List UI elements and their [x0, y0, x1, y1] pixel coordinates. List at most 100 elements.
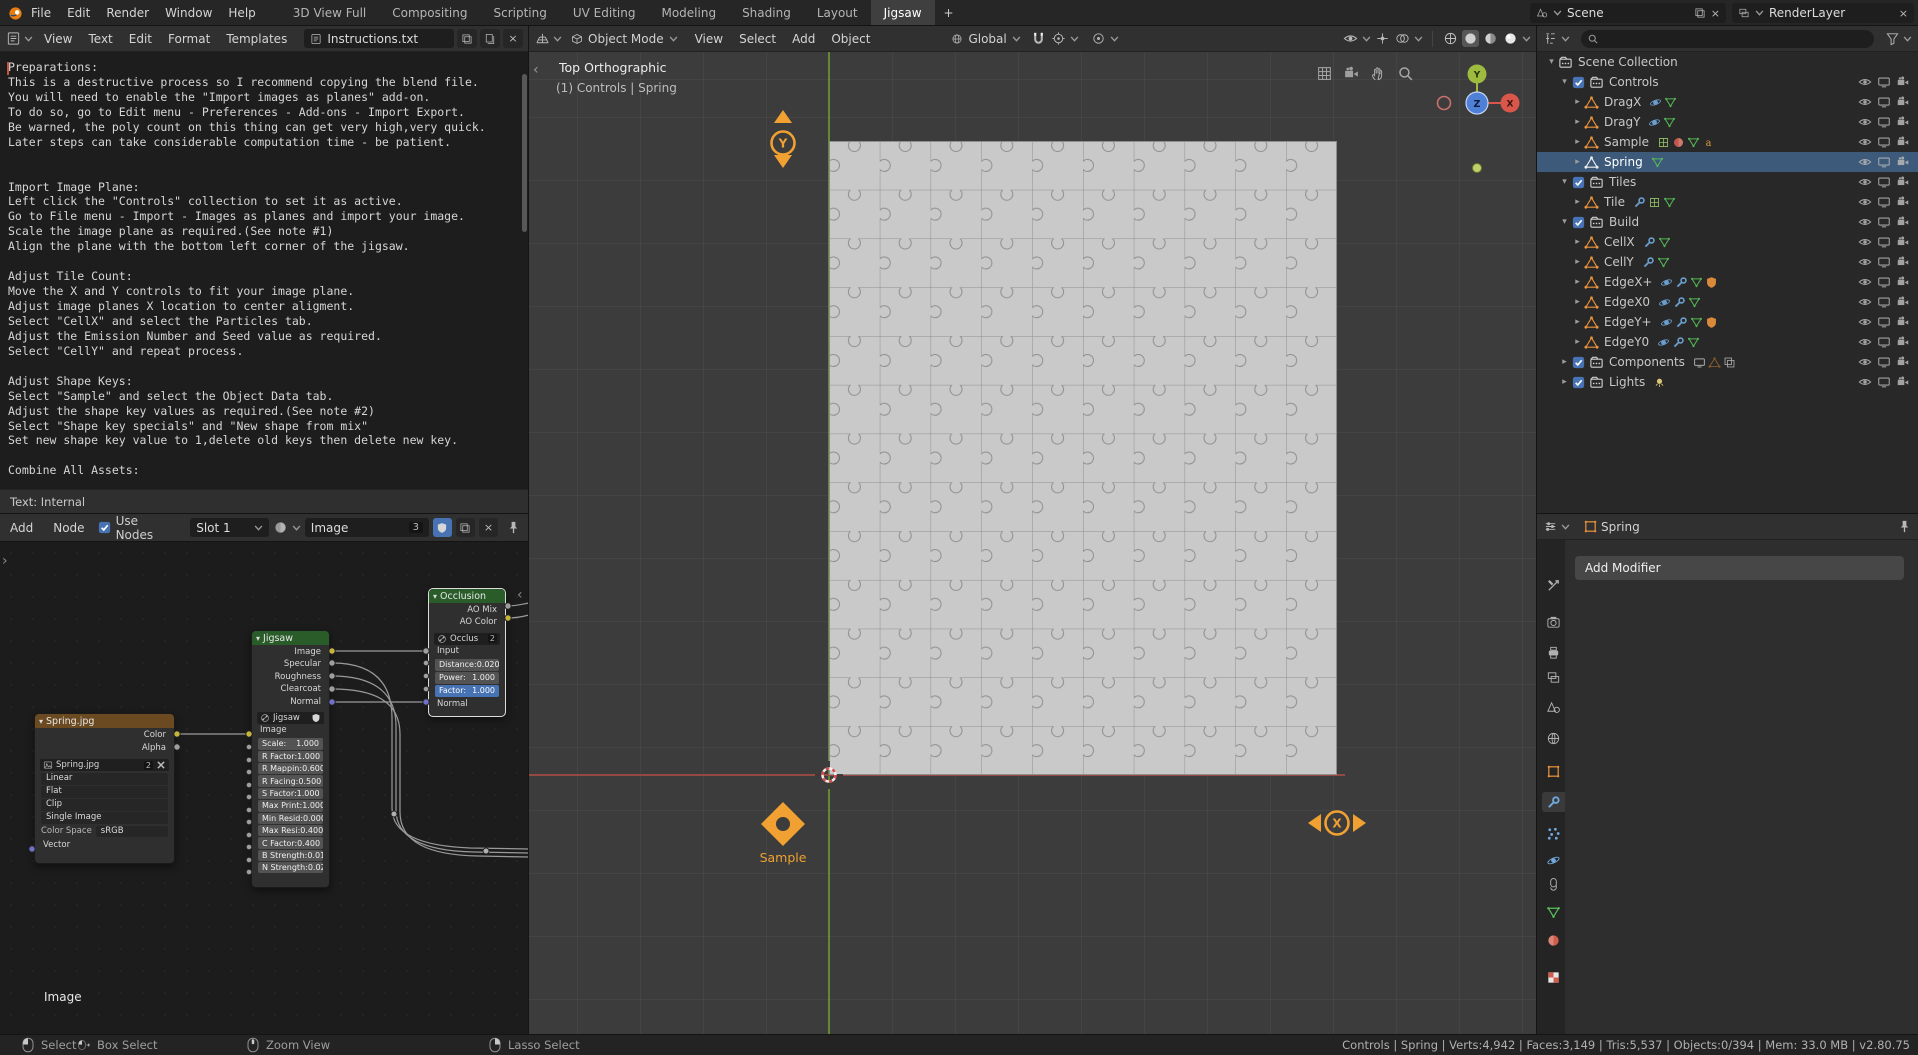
number-field[interactable]: Max Print:1.000: [258, 800, 323, 811]
screen-icon[interactable]: [1877, 375, 1891, 389]
pin-icon[interactable]: [506, 520, 521, 535]
collection-icon[interactable]: [1589, 355, 1604, 370]
chevron-down-icon[interactable]: [1561, 35, 1570, 43]
menu-item[interactable]: File: [23, 6, 59, 20]
add-modifier-dropdown[interactable]: Add Modifier: [1575, 556, 1904, 580]
data-icon[interactable]: [1663, 116, 1676, 129]
mesh-icon[interactable]: [1584, 315, 1599, 330]
camera-icon[interactable]: [1896, 255, 1910, 269]
scene-selector[interactable]: Scene ×: [1530, 3, 1726, 23]
scrollbar[interactable]: [522, 74, 527, 232]
screen-icon[interactable]: [1877, 295, 1891, 309]
properties-tab[interactable]: [1542, 875, 1564, 895]
shading-rendered-button[interactable]: [1502, 30, 1519, 47]
fake-user-icon[interactable]: [311, 713, 321, 723]
mesh-icon[interactable]: [1584, 275, 1599, 290]
mesh-icon[interactable]: [1584, 235, 1599, 250]
ptab-tool-icon[interactable]: [1546, 578, 1561, 593]
group-datablock-field[interactable]: Jigsaw: [257, 712, 324, 724]
control-drag-y[interactable]: Y: [765, 107, 801, 171]
screen-icon[interactable]: [1877, 75, 1891, 89]
node-header[interactable]: ▾ Jigsaw: [252, 631, 329, 645]
visibility-dropdown[interactable]: [1342, 30, 1359, 47]
screen-icon[interactable]: [1877, 95, 1891, 109]
node-image-texture[interactable]: ▾ Spring.jpg ColorAlpha Spring.jpg 2 Lin…: [34, 713, 175, 864]
eye-icon[interactable]: [1858, 195, 1872, 209]
fake-user-button[interactable]: [433, 518, 452, 537]
use-nodes-checkbox[interactable]: [97, 520, 112, 535]
workspace-tab[interactable]: Layout: [804, 0, 871, 26]
wrench-icon[interactable]: [1673, 296, 1686, 309]
eye-icon[interactable]: [1858, 75, 1872, 89]
number-field[interactable]: B Strength:0.010: [258, 850, 323, 861]
mesh-icon[interactable]: [1584, 135, 1599, 150]
number-field[interactable]: R Mappin:0.600: [258, 763, 323, 774]
menu-item[interactable]: Edit: [59, 6, 98, 20]
eye-icon[interactable]: [1858, 215, 1872, 229]
screen-icon[interactable]: [1877, 195, 1891, 209]
proportional-editing-button[interactable]: [1090, 30, 1107, 47]
collapse-icon[interactable]: ▾: [39, 717, 43, 726]
menu-item[interactable]: Help: [220, 6, 263, 20]
text-editor-footer[interactable]: Text: Internal: [0, 489, 529, 514]
screen-icon[interactable]: [1877, 315, 1891, 329]
snap-toggle[interactable]: [1030, 30, 1047, 47]
camera-icon[interactable]: [1896, 275, 1910, 289]
menu-item[interactable]: Select: [731, 32, 784, 46]
menu-item[interactable]: Text: [80, 32, 120, 46]
screen-icon[interactable]: [1877, 115, 1891, 129]
expander-icon[interactable]: ▸: [1571, 337, 1584, 347]
chevron-down-icon[interactable]: [1755, 9, 1764, 17]
number-field[interactable]: Power:1.000: [435, 672, 499, 684]
outliner-search-input[interactable]: [1581, 30, 1874, 48]
collapse-icon[interactable]: ▾: [433, 592, 437, 601]
data-icon[interactable]: [1658, 236, 1671, 249]
physics-icon[interactable]: [1658, 296, 1671, 309]
slot-dropdown[interactable]: Slot 1: [190, 518, 269, 537]
chevron-down-icon[interactable]: [1362, 35, 1371, 43]
expander-icon[interactable]: ▸: [1558, 357, 1571, 367]
viewport-canvas[interactable]: Y X Sample Top Orthographic (1) Controls…: [529, 52, 1537, 1035]
outliner-row[interactable]: ▸ Lights: [1537, 372, 1918, 392]
camera-icon[interactable]: [1896, 335, 1910, 349]
wrench-icon[interactable]: [1672, 336, 1685, 349]
camera-icon[interactable]: [1896, 315, 1910, 329]
eye-icon[interactable]: [1858, 275, 1872, 289]
eye-icon[interactable]: [1858, 235, 1872, 249]
properties-tab[interactable]: [1542, 667, 1564, 687]
outliner-item-label[interactable]: DragY: [1604, 115, 1640, 129]
screen-icon[interactable]: [1877, 255, 1891, 269]
menu-item[interactable]: View: [36, 32, 80, 46]
properties-editor[interactable]: Spring Add Modifier: [1537, 514, 1918, 1035]
expander-icon[interactable]: ▸: [1558, 377, 1571, 387]
perspective-toggle-icon[interactable]: [1315, 64, 1334, 83]
physics-icon[interactable]: [1657, 336, 1670, 349]
wrench-icon[interactable]: [1633, 196, 1646, 209]
transform-orientation-dropdown[interactable]: Global: [945, 29, 1026, 49]
control-drag-x[interactable]: X: [1305, 805, 1369, 841]
editor-type-icon[interactable]: [535, 31, 550, 46]
mesh-faded-icon[interactable]: [1708, 356, 1721, 369]
ptab-particles-icon[interactable]: [1546, 826, 1561, 841]
chevron-down-icon[interactable]: [1070, 35, 1079, 43]
camera-icon[interactable]: [1896, 355, 1910, 369]
region-toggle-icon[interactable]: ‹: [517, 588, 523, 602]
eye-icon[interactable]: [1858, 175, 1872, 189]
font-icon[interactable]: a: [1702, 136, 1715, 149]
shading-wireframe-button[interactable]: [1442, 30, 1459, 47]
viewport-3d[interactable]: Object Mode ViewSelectAddObject Global: [529, 26, 1537, 1035]
ptab-render-icon[interactable]: [1546, 615, 1561, 630]
mouse-drag-icon[interactable]: [78, 1037, 90, 1053]
expander-icon[interactable]: ▸: [1571, 137, 1584, 147]
outliner-row[interactable]: ▸ CellX: [1537, 232, 1918, 252]
outliner-item-label[interactable]: EdgeX+: [1604, 275, 1652, 289]
collapse-icon[interactable]: ▾: [256, 634, 260, 643]
expander-icon[interactable]: ▸: [1571, 157, 1584, 167]
workspace-tab[interactable]: 3D View Full: [280, 0, 380, 26]
data-icon[interactable]: [1664, 96, 1677, 109]
ptab-constraints-icon[interactable]: [1546, 878, 1561, 893]
collection-icon[interactable]: [1558, 55, 1573, 70]
number-field[interactable]: S Factor:1.000: [258, 788, 323, 799]
camera-icon[interactable]: [1896, 175, 1910, 189]
shading-solid-button[interactable]: [1462, 30, 1479, 47]
